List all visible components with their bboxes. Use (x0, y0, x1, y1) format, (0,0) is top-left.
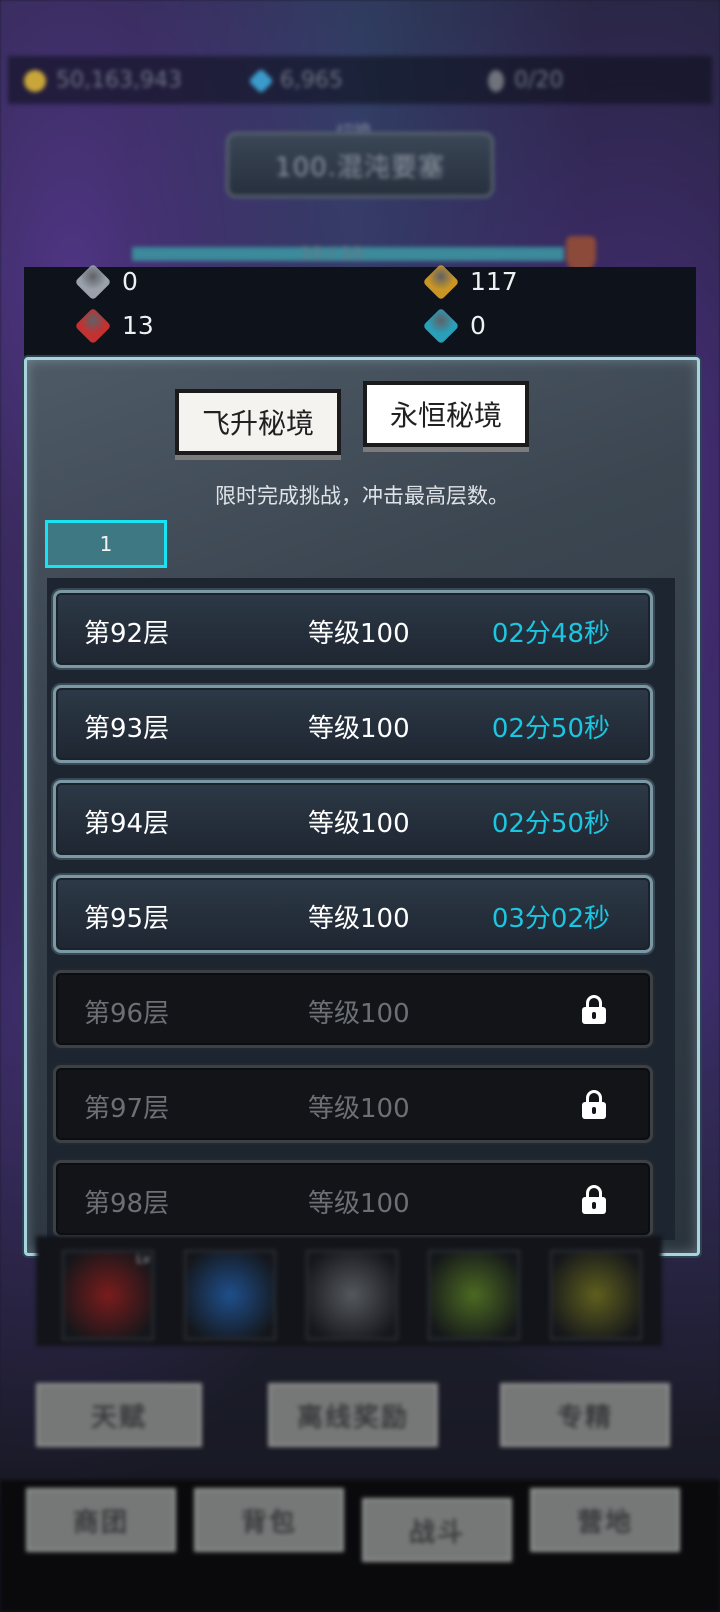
red-gem-icon (74, 307, 112, 344)
resource-value: 13 (122, 311, 154, 340)
skill-bar: Lv (36, 1236, 662, 1346)
resource-blue-rune: 0 (422, 307, 486, 344)
resource-value: 0 (470, 311, 486, 340)
floor-number: 第96层 (84, 999, 170, 1029)
currency-bar: 50,163,943 6,965 0/20 (8, 56, 712, 104)
floor-row[interactable]: 第94层 等级100 02分50秒 (53, 780, 653, 858)
resource-value: 0 (122, 267, 138, 296)
page-selector[interactable]: 1 (45, 520, 167, 568)
grey-stone-icon (74, 263, 112, 300)
resource-value: 117 (470, 267, 518, 296)
region-switch-button[interactable]: 100.混沌要塞 (226, 132, 494, 198)
floor-level: 等级100 (308, 809, 410, 839)
floor-number: 第98层 (84, 1189, 170, 1219)
resource-panel: 0 117 13 0 (24, 263, 696, 359)
floor-row[interactable]: 第93层 等级100 02分50秒 (53, 685, 653, 763)
clear-time: 02分50秒 (491, 714, 610, 744)
gold-rune-icon (422, 263, 460, 300)
olive-bow-skill-icon[interactable] (550, 1250, 642, 1340)
floor-number: 第93层 (84, 714, 170, 744)
slot-count: 0/20 (514, 68, 564, 93)
lock-icon (582, 995, 606, 1024)
mastery-button[interactable]: 专精 (500, 1383, 670, 1447)
tab-eternal-realm[interactable]: 永恒秘境 (363, 381, 529, 447)
blue-spirit-skill-icon[interactable] (184, 1250, 276, 1340)
gold-currency: 50,163,943 (24, 68, 182, 93)
resource-gold-rune: 117 (422, 263, 518, 300)
resource-grey-stone: 0 (74, 263, 138, 300)
clear-time: 02分50秒 (491, 809, 610, 839)
gold-coin-icon (24, 69, 46, 92)
diamond-amount: 6,965 (280, 68, 343, 93)
diamond-icon (248, 67, 274, 94)
nav-camp-button[interactable]: 营地 (530, 1488, 680, 1552)
secret-realm-modal: 飞升秘境 永恒秘境 限时完成挑战，冲击最高层数。 1 第92层 等级100 02… (24, 357, 700, 1256)
offline-rewards-button[interactable]: 离线奖励 (268, 1383, 438, 1447)
floor-row-locked[interactable]: 第96层 等级100 (53, 970, 653, 1048)
floor-level: 等级100 (308, 714, 410, 744)
floor-number: 第94层 (84, 809, 170, 839)
crimson-bow-skill-icon[interactable]: Lv (62, 1250, 154, 1340)
floor-number: 第92层 (84, 619, 170, 649)
nav-battle-button[interactable]: 战斗 (362, 1498, 512, 1562)
floor-level: 等级100 (308, 1094, 410, 1124)
lock-icon (582, 1185, 606, 1214)
lock-icon (582, 1090, 606, 1119)
nav-bag-button[interactable]: 背包 (194, 1488, 344, 1552)
slot-counter: 0/20 (488, 68, 563, 93)
stage-progress-text: 10 / 10 (300, 243, 364, 264)
tab-ascension-realm[interactable]: 飞升秘境 (175, 389, 341, 455)
floor-row[interactable]: 第92层 等级100 02分48秒 (53, 590, 653, 668)
blue-rune-icon (422, 307, 460, 344)
floor-level: 等级100 (308, 999, 410, 1029)
talent-button[interactable]: 天赋 (36, 1383, 202, 1447)
clear-time: 03分02秒 (491, 904, 610, 934)
diamond-currency: 6,965 (248, 67, 343, 94)
floor-number: 第97层 (84, 1094, 170, 1124)
floor-level: 等级100 (308, 1189, 410, 1219)
floor-level: 等级100 (308, 619, 410, 649)
silver-blade-skill-icon[interactable] (306, 1250, 398, 1340)
bottom-navigation: 商团 背包 战斗 营地 (0, 1480, 720, 1612)
floor-list[interactable]: 第92层 等级100 02分48秒 第93层 等级100 02分50秒 第94层… (47, 578, 675, 1240)
floor-row[interactable]: 第95层 等级100 03分02秒 (53, 875, 653, 953)
resource-red-gem: 13 (74, 307, 154, 344)
realm-description: 限时完成挑战，冲击最高层数。 (215, 484, 509, 508)
floor-number: 第95层 (84, 904, 170, 934)
clear-time: 02分48秒 (491, 619, 610, 649)
gold-amount: 50,163,943 (56, 68, 182, 93)
floor-level: 等级100 (308, 904, 410, 934)
floor-row-locked[interactable]: 第97层 等级100 (53, 1065, 653, 1143)
nav-shop-button[interactable]: 商团 (26, 1488, 176, 1552)
floor-row-locked[interactable]: 第98层 等级100 (53, 1160, 653, 1238)
bottle-icon (488, 69, 504, 92)
green-bow-skill-icon[interactable] (428, 1250, 520, 1340)
